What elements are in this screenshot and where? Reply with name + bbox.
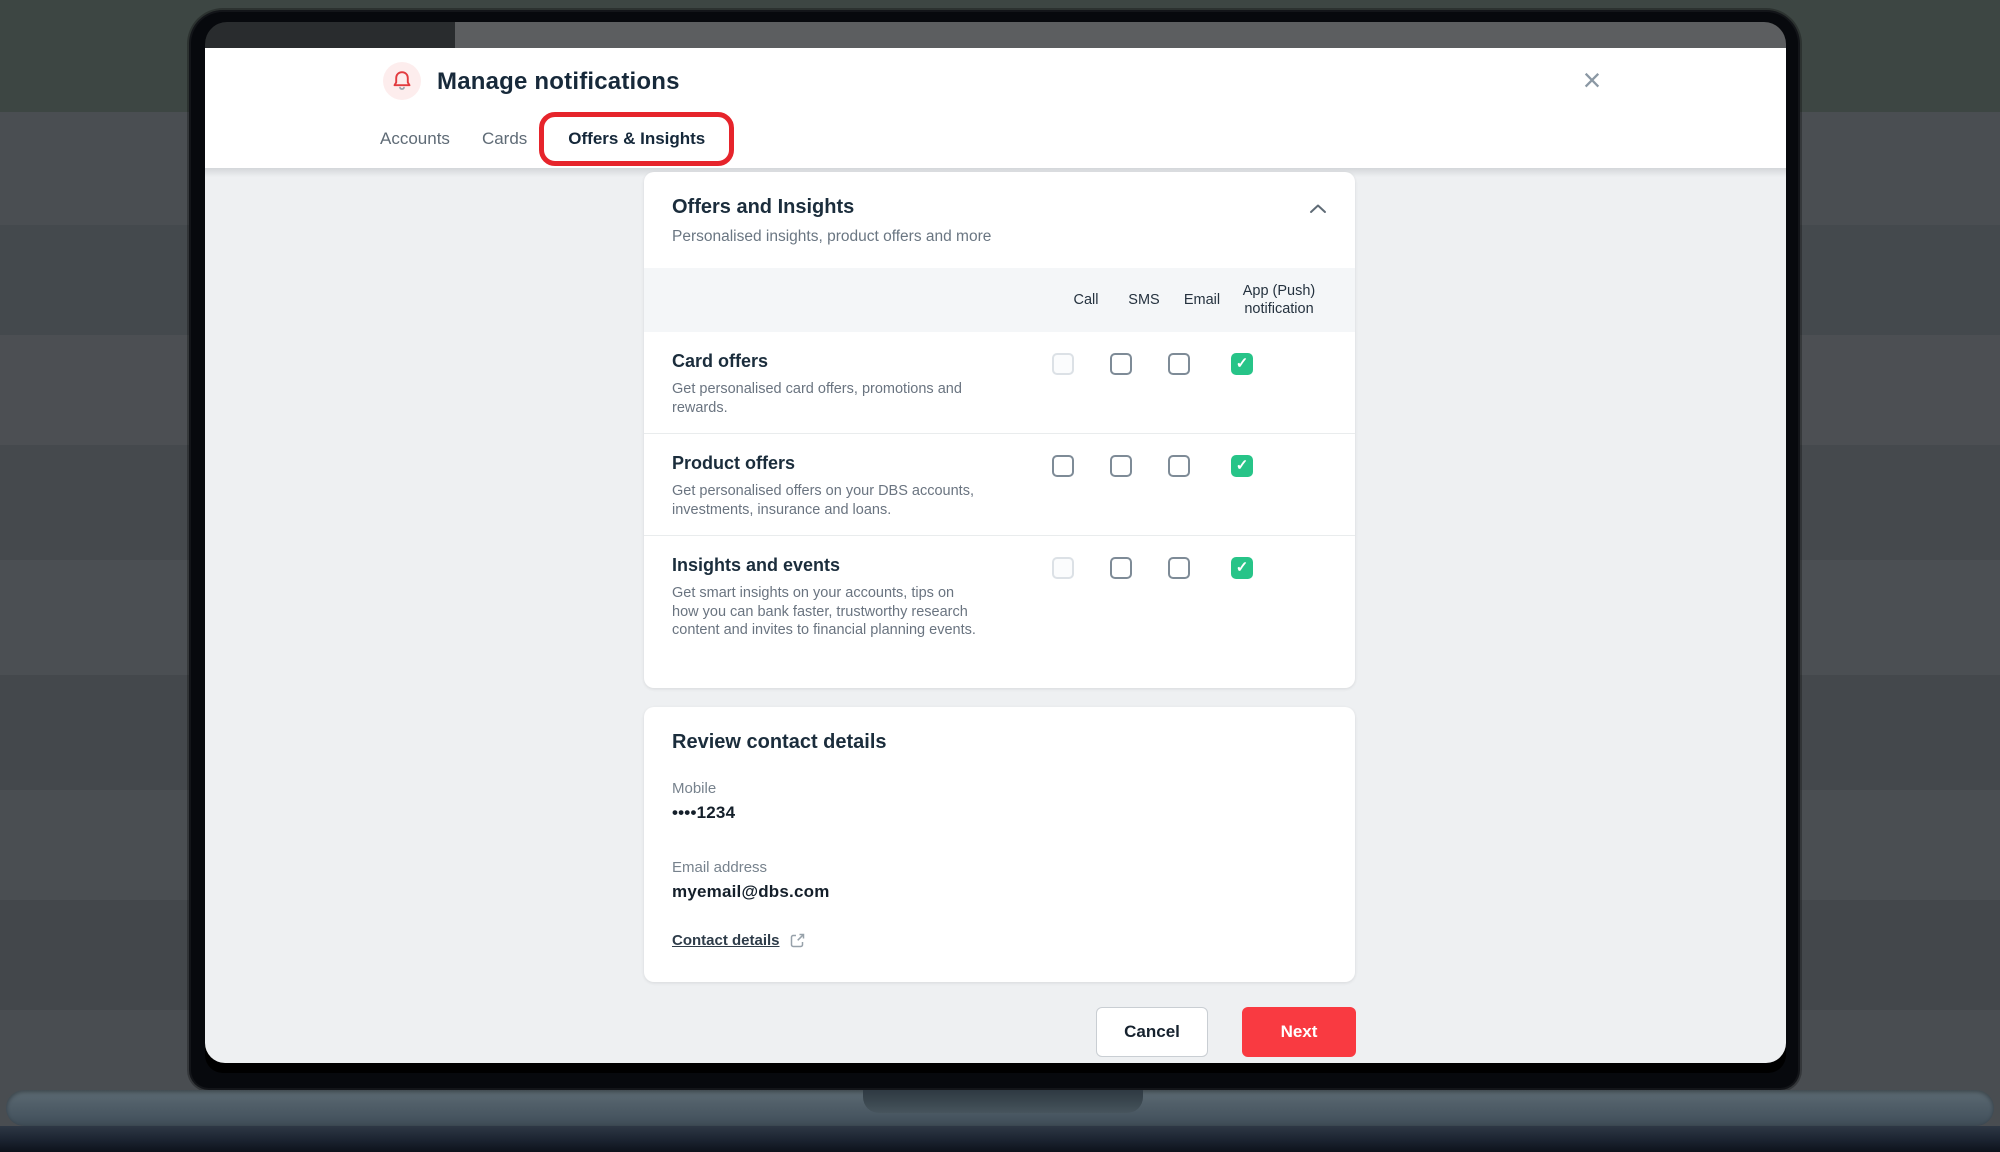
row-title: Insights and events (672, 555, 1018, 576)
checkbox-cell (1150, 351, 1208, 417)
checkbox-sms[interactable] (1110, 455, 1132, 477)
dimmed-topbar-right-segment (455, 22, 1786, 48)
row-description: Get personalised card offers, promotions… (672, 380, 977, 417)
annotation-highlight-box: Offers & Insights (539, 112, 734, 166)
screen-content: Manage notifications × Accounts Cards Of… (205, 22, 1786, 1073)
checkbox-cell (1034, 453, 1092, 519)
tab-accounts[interactable]: Accounts (380, 129, 450, 149)
desktop-background: Manage notifications × Accounts Cards Of… (0, 0, 2000, 1152)
cancel-button[interactable]: Cancel (1096, 1007, 1208, 1057)
bell-icon (383, 62, 421, 100)
modal-title: Manage notifications (437, 68, 680, 96)
checkbox-email[interactable] (1168, 455, 1190, 477)
offers-card-header: Offers and Insights Personalised insight… (644, 172, 1355, 246)
table-row-card-offers: Card offers Get personalised card offers… (644, 332, 1355, 434)
row-text: Product offers Get personalised offers o… (672, 453, 1034, 519)
row-description: Get smart insights on your accounts, tip… (672, 584, 977, 640)
table-row-product-offers: Product offers Get personalised offers o… (644, 434, 1355, 536)
checkbox-email[interactable] (1168, 353, 1190, 375)
row-text: Card offers Get personalised card offers… (672, 351, 1034, 417)
checkbox-cell (1092, 351, 1150, 417)
checkbox-app-push[interactable]: ✓ (1231, 455, 1253, 477)
tab-cards[interactable]: Cards (482, 129, 527, 149)
row-title: Card offers (672, 351, 1018, 372)
laptop-screen: Manage notifications × Accounts Cards Of… (189, 10, 1800, 1090)
checkbox-email[interactable] (1168, 557, 1190, 579)
column-header-call: Call (1057, 291, 1115, 309)
contact-details-link[interactable]: Contact details (672, 932, 806, 949)
table-row-insights-events: Insights and events Get smart insights o… (644, 536, 1355, 656)
checkbox-cell: ✓ (1208, 453, 1327, 519)
laptop-hinge (0, 1126, 2000, 1152)
checkbox-cell (1150, 453, 1208, 519)
mobile-value: ••••1234 (672, 803, 1327, 823)
modal-body: Offers and Insights Personalised insight… (205, 168, 1786, 1063)
checkbox-sms[interactable] (1110, 557, 1132, 579)
checkbox-cell (1150, 555, 1208, 640)
chevron-up-icon[interactable] (1309, 202, 1327, 217)
checkbox-call (1052, 353, 1074, 375)
checkbox-cell (1034, 555, 1092, 640)
column-header-sms: SMS (1115, 291, 1173, 309)
channel-column-headers: Call SMS Email App (Push) notification (644, 268, 1355, 332)
row-text: Insights and events Get smart insights o… (672, 555, 1034, 640)
next-button[interactable]: Next (1242, 1007, 1356, 1057)
checkbox-cell: ✓ (1208, 351, 1327, 417)
mobile-label: Mobile (672, 780, 1327, 797)
offers-card-subtitle: Personalised insights, product offers an… (672, 228, 1327, 246)
manage-notifications-modal: Manage notifications × Accounts Cards Of… (205, 48, 1786, 1063)
contact-card-content: Review contact details Mobile ••••1234 E… (644, 707, 1355, 950)
offers-card-title: Offers and Insights (672, 196, 1327, 219)
column-header-email: Email (1173, 291, 1231, 309)
dimmed-topbar-left-segment (205, 22, 455, 48)
tab-bar: Accounts Cards Offers & Insights (380, 112, 734, 166)
modal-header: Manage notifications × Accounts Cards Of… (205, 48, 1786, 168)
checkbox-app-push[interactable]: ✓ (1231, 557, 1253, 579)
contact-card-title: Review contact details (672, 731, 1327, 754)
column-header-app-push: App (Push) notification (1231, 282, 1327, 318)
checkbox-cell: ✓ (1208, 555, 1327, 640)
dimmed-page-topbar (205, 22, 1786, 48)
close-icon[interactable]: × (1570, 58, 1614, 102)
row-title: Product offers (672, 453, 1018, 474)
checkbox-call (1052, 557, 1074, 579)
row-description: Get personalised offers on your DBS acco… (672, 482, 977, 519)
email-label: Email address (672, 859, 1327, 876)
email-value: myemail@dbs.com (672, 882, 1327, 902)
offers-insights-card: Offers and Insights Personalised insight… (644, 172, 1355, 688)
tab-offers-insights[interactable]: Offers & Insights (568, 129, 705, 149)
checkbox-cell (1092, 453, 1150, 519)
checkbox-cell (1092, 555, 1150, 640)
checkbox-cell (1034, 351, 1092, 417)
checkbox-sms[interactable] (1110, 353, 1132, 375)
contact-details-card: Review contact details Mobile ••••1234 E… (644, 707, 1355, 982)
laptop-base-notch (863, 1090, 1143, 1113)
external-link-icon (789, 932, 806, 949)
checkbox-call[interactable] (1052, 455, 1074, 477)
checkbox-app-push[interactable]: ✓ (1231, 353, 1253, 375)
